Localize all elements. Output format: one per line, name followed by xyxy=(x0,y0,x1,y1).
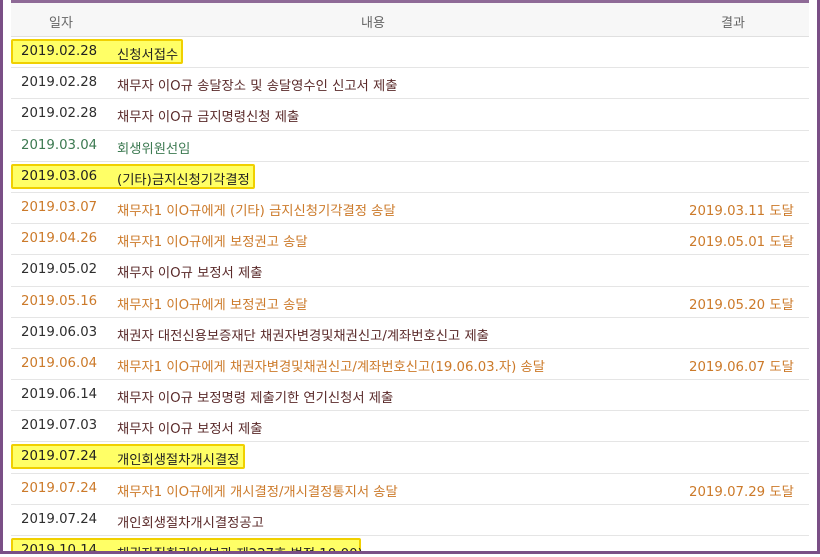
table-body: 2019.02.28 신청서접수 2019.02.28 채무자 이O규 송달장소 및 … xyxy=(11,37,809,554)
row-content: 채권자 대전신용보증재단 채권자변경및채권신고/계좌번호신고 제출 xyxy=(117,328,489,344)
row-content: 채무자1 이O규에게 보정권고 송달 xyxy=(117,297,308,313)
row-content: 채무자1 이O규에게 채권자변경및채권신고/계좌번호신고(19.06.03.자)… xyxy=(117,359,545,375)
table-row: 2019.05.16 채무자1 이O규에게 보정권고 송달 2019.05.20 도… xyxy=(11,287,809,318)
table-row: 2019.03.07 채무자1 이O규에게 (기타) 금지신청기각결정 송달 201… xyxy=(11,193,809,225)
row-content: 채무자1 이O규에게 개시결정/개시결정통지서 송달 xyxy=(117,484,398,500)
row-content: 회생위원선임 xyxy=(117,141,191,157)
table-row: 2019.03.06 (기타)금지신청기각결정 xyxy=(11,162,809,193)
table-header: 일자 내용 결과 xyxy=(11,3,809,37)
row-date: 2019.07.24 xyxy=(21,511,98,527)
row-content: 채무자1 이O규에게 보정권고 송달 xyxy=(117,235,308,251)
table-row: 2019.06.03 채권자 대전신용보증재단 채권자변경및채권신고/계좌번호신고… xyxy=(11,318,809,349)
table-row: 2019.06.14 채무자 이O규 보정명령 제출기한 연기신청서 제출 xyxy=(11,380,809,412)
table-row: 2019.02.28 신청서접수 xyxy=(11,37,809,69)
row-content: 채권자집회기일(본관 제227호 법정 10:00) xyxy=(117,543,363,551)
row-date: 2019.07.24 xyxy=(21,449,98,465)
row-date: 2019.03.07 xyxy=(21,199,98,215)
row-content: (기타)금지신청기각결정 xyxy=(117,172,250,188)
row-date: 2019.06.04 xyxy=(21,355,98,371)
header-content: 내용 xyxy=(361,16,385,31)
row-date: 2019.04.26 xyxy=(21,231,98,247)
row-content: 채무자 이O규 보정서 제출 xyxy=(117,266,263,282)
header-date: 일자 xyxy=(49,16,73,31)
row-date: 2019.05.02 xyxy=(21,262,98,278)
table-row: 2019.07.24 개인회생절차개시결정 xyxy=(11,442,809,474)
row-content: 채무자 이O규 보정서 제출 xyxy=(117,422,263,438)
table-row: 2019.02.28 채무자 이O규 금지명령신청 제출 xyxy=(11,99,809,131)
table-row: 2019.07.03 채무자 이O규 보정서 제출 xyxy=(11,411,809,443)
table-row: 2019.06.04 채무자1 이O규에게 채권자변경및채권신고/계좌번호신고(1… xyxy=(11,349,809,381)
row-result: 2019.03.11 도달 xyxy=(689,203,794,219)
table-row: 2019.10.14 채권자집회기일(본관 제227호 법정 10:00) xyxy=(11,536,809,554)
row-date: 2019.02.28 xyxy=(21,75,98,91)
row-result: 2019.06.07 도달 xyxy=(689,359,794,375)
table-row: 2019.07.24 채무자1 이O규에게 개시결정/개시결정통지서 송달 2019… xyxy=(11,474,809,505)
table-row: 2019.04.26 채무자1 이O규에게 보정권고 송달 2019.05.01 도… xyxy=(11,224,809,256)
header-result: 결과 xyxy=(721,16,745,31)
row-date: 2019.10.14 xyxy=(21,543,98,554)
row-date: 2019.06.14 xyxy=(21,387,98,403)
row-content: 채무자 이O규 송달장소 및 송달영수인 신고서 제출 xyxy=(117,79,398,95)
row-date: 2019.06.03 xyxy=(21,324,98,340)
row-result: 2019.05.20 도달 xyxy=(689,297,794,313)
table-row: 2019.03.04 회생위원선임 xyxy=(11,131,809,162)
table-row: 2019.05.02 채무자 이O규 보정서 제출 xyxy=(11,255,809,287)
row-content: 채무자 이O규 금지명령신청 제출 xyxy=(117,110,300,126)
row-date: 2019.07.24 xyxy=(21,480,98,496)
case-progress-panel: 일자 내용 결과 2019.02.28 신청서접수 2019.02.28 채무자 이O… xyxy=(0,0,820,554)
row-result: 2019.05.01 도달 xyxy=(689,235,794,251)
row-date: 2019.02.28 xyxy=(21,106,98,122)
table-row: 2019.07.24 개인회생절차개시결정공고 xyxy=(11,505,809,536)
row-content: 채무자 이O규 보정명령 제출기한 연기신청서 제출 xyxy=(117,391,394,407)
row-date: 2019.02.28 xyxy=(21,44,98,59)
row-result: 2019.07.29 도달 xyxy=(689,484,794,500)
row-content: 채무자1 이O규에게 (기타) 금지신청기각결정 송달 xyxy=(117,203,396,219)
row-date: 2019.03.04 xyxy=(21,137,98,153)
row-content: 개인회생절차개시결정공고 xyxy=(117,515,264,531)
row-date: 2019.05.16 xyxy=(21,293,98,309)
row-content: 신청서접수 xyxy=(117,48,179,63)
table-row: 2019.02.28 채무자 이O규 송달장소 및 송달영수인 신고서 제출 xyxy=(11,68,809,100)
row-date: 2019.07.03 xyxy=(21,418,98,434)
row-content: 개인회생절차개시결정 xyxy=(117,453,240,469)
row-date: 2019.03.06 xyxy=(21,168,98,184)
